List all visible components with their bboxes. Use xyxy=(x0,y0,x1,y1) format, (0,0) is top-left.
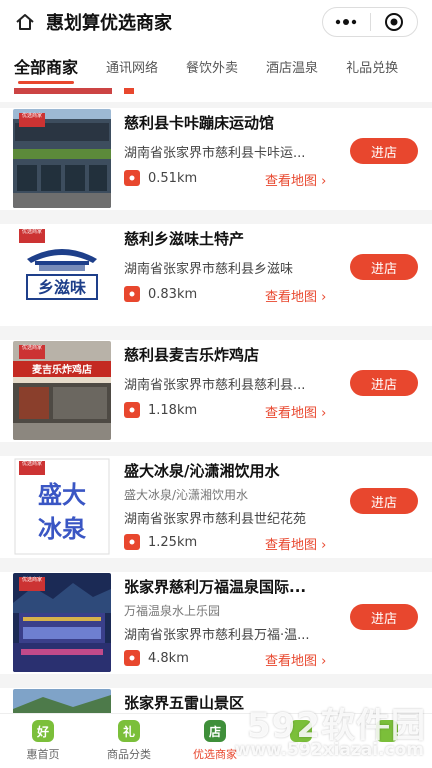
merchant-name: 盛大冰泉/沁潇湘饮用水 xyxy=(124,462,280,480)
view-map-label: 查看地图 xyxy=(265,406,318,421)
distance-row: 0.51km xyxy=(124,170,197,186)
list-item[interactable]: 盛大 冰泉 优选商家 盛大冰泉/沁潇湘饮用水 盛大冰泉/沁潇湘饮用水 湖南省张家… xyxy=(0,456,432,558)
nav-label: 优选商家 xyxy=(193,748,237,761)
view-map-label: 查看地图 xyxy=(265,290,318,305)
featured-badge: 优选商家 xyxy=(19,461,45,475)
tab-hotel[interactable]: 酒店温泉 xyxy=(252,57,332,76)
merchant-thumbnail: 乡滋味 优选商家 xyxy=(13,225,111,324)
distance-value: 0.83km xyxy=(148,286,198,302)
watermark-url: www.592xiazai.com xyxy=(234,740,424,760)
merchant-thumbnail: 麦吉乐炸鸡店 优选商家 xyxy=(13,341,111,440)
tab-telecom[interactable]: 通讯网络 xyxy=(92,57,172,76)
thumb-sign: 麦吉乐炸鸡店 xyxy=(32,363,92,376)
merchant-subtitle: 盛大冰泉/沁潇湘饮用水 xyxy=(124,488,249,502)
tab-all-merchants[interactable]: 全部商家 xyxy=(0,54,92,78)
active-tab-indicator xyxy=(18,81,74,84)
distance-row: 1.25km xyxy=(124,534,197,550)
merchant-thumbnail: 优选商家 xyxy=(13,573,111,672)
thumb-line2: 冰泉 xyxy=(38,515,87,543)
location-pin-icon xyxy=(124,170,140,186)
merchant-address: 湖南省张家界市慈利县卡咔运... xyxy=(124,146,306,161)
page-title: 惠划算优选商家 xyxy=(46,13,172,34)
list-item[interactable]: 优选商家 慈利县卡咔蹦床运动馆 湖南省张家界市慈利县卡咔运... 0.51km … xyxy=(0,108,432,210)
nav-home[interactable]: 好 惠首页 xyxy=(0,714,86,768)
category-icon: 礼 xyxy=(118,720,140,742)
distance-row: 0.83km xyxy=(124,286,197,302)
distance-value: 1.18km xyxy=(148,402,198,418)
location-pin-icon xyxy=(124,402,140,418)
list-item[interactable]: 优选商家 张家界慈利万福温泉国际... 万福温泉水上乐园 湖南省张家界市慈利县万… xyxy=(0,572,432,674)
featured-badge: 优选商家 xyxy=(19,113,45,127)
merchant-thumbnail: 盛大 冰泉 优选商家 xyxy=(13,457,111,556)
view-map-label: 查看地图 xyxy=(265,654,318,669)
merchant-name: 慈利县麦吉乐炸鸡店 xyxy=(124,346,260,364)
distance-value: 4.8km xyxy=(148,650,189,666)
home-badge-icon: 好 xyxy=(32,720,54,742)
featured-badge: 优选商家 xyxy=(19,229,45,243)
merchant-list: 优选商家 慈利县卡咔蹦床运动馆 湖南省张家界市慈利县卡咔运... 0.51km … xyxy=(0,88,432,713)
category-tabs: 全部商家 通讯网络 餐饮外卖 酒店温泉 礼品兑换 xyxy=(0,44,432,88)
chevron-right-icon: › xyxy=(321,290,327,305)
location-pin-icon xyxy=(124,534,140,550)
view-map-link[interactable]: 查看地图 › xyxy=(265,534,326,553)
enter-store-button[interactable]: 进店 xyxy=(350,604,418,630)
distance-row: 1.18km xyxy=(124,402,197,418)
featured-badge: 优选商家 xyxy=(19,577,45,591)
merchant-name: 张家界五雷山景区 xyxy=(124,694,245,712)
featured-badge: 优选商家 xyxy=(19,345,45,359)
pin-icon xyxy=(124,88,134,94)
tab-gifts[interactable]: 礼品兑换 xyxy=(332,57,412,76)
view-map-label: 查看地图 xyxy=(265,174,318,189)
top-header: 惠划算优选商家 xyxy=(0,0,432,44)
chevron-right-icon: › xyxy=(321,406,327,421)
location-pin-icon xyxy=(124,286,140,302)
merchant-address: 湖南省张家界市慈利县万福·温... xyxy=(124,628,310,643)
enter-store-button[interactable]: 进店 xyxy=(350,370,418,396)
merchant-thumbnail xyxy=(13,689,111,713)
list-item[interactable]: 麦吉乐炸鸡店 优选商家 慈利县麦吉乐炸鸡店 湖南省张家界市慈利县慈利县... 1… xyxy=(0,340,432,442)
merchant-thumbnail: 优选商家 xyxy=(13,109,111,208)
thumb-line1: 盛大 xyxy=(38,481,86,509)
tab-dining[interactable]: 餐饮外卖 xyxy=(172,57,252,76)
mini-program-capsule xyxy=(322,7,418,37)
merchant-name: 张家界慈利万福温泉国际... xyxy=(124,578,307,596)
view-map-link[interactable]: 查看地图 › xyxy=(265,402,326,421)
location-pin-icon xyxy=(124,650,140,666)
list-item-partial xyxy=(0,88,432,102)
enter-store-button[interactable]: 进店 xyxy=(350,138,418,164)
enter-store-button[interactable]: 进店 xyxy=(350,488,418,514)
enter-store-button[interactable]: 进店 xyxy=(350,254,418,280)
distance-row: 4.8km xyxy=(124,650,189,666)
close-target-icon[interactable] xyxy=(371,8,418,36)
chevron-right-icon: › xyxy=(321,654,327,669)
list-item[interactable]: 乡滋味 优选商家 慈利乡滋味土特产 湖南省张家界市慈利县乡滋味 0.83km 查… xyxy=(0,224,432,326)
nav-categories[interactable]: 礼 商品分类 xyxy=(86,714,172,768)
thumb-text: 乡滋味 xyxy=(38,278,86,297)
view-map-link[interactable]: 查看地图 › xyxy=(265,286,326,305)
view-map-link[interactable]: 查看地图 › xyxy=(265,170,326,189)
view-map-label: 查看地图 xyxy=(265,538,318,553)
merchant-address: 湖南省张家界市慈利县慈利县... xyxy=(124,378,306,393)
home-icon[interactable] xyxy=(14,11,36,33)
view-map-link[interactable]: 查看地图 › xyxy=(265,650,326,669)
merchant-name: 慈利县卡咔蹦床运动馆 xyxy=(124,114,275,132)
merchant-thumbnail xyxy=(14,88,112,94)
nav-label: 惠首页 xyxy=(26,748,60,761)
chevron-right-icon: › xyxy=(321,174,327,189)
merchant-subtitle: 万福温泉水上乐园 xyxy=(124,604,221,618)
distance-value: 0.51km xyxy=(148,170,198,186)
nav-label: 商品分类 xyxy=(107,748,151,761)
chevron-right-icon: › xyxy=(321,538,327,553)
merchant-address: 湖南省张家界市慈利县乡滋味 xyxy=(124,262,294,277)
merchant-address: 湖南省张家界市慈利县世纪花苑 xyxy=(124,512,307,527)
merchant-name: 慈利乡滋味土特产 xyxy=(124,230,245,248)
more-icon[interactable] xyxy=(323,8,370,36)
merchant-icon: 店 xyxy=(204,720,226,742)
distance-value: 1.25km xyxy=(148,534,198,550)
